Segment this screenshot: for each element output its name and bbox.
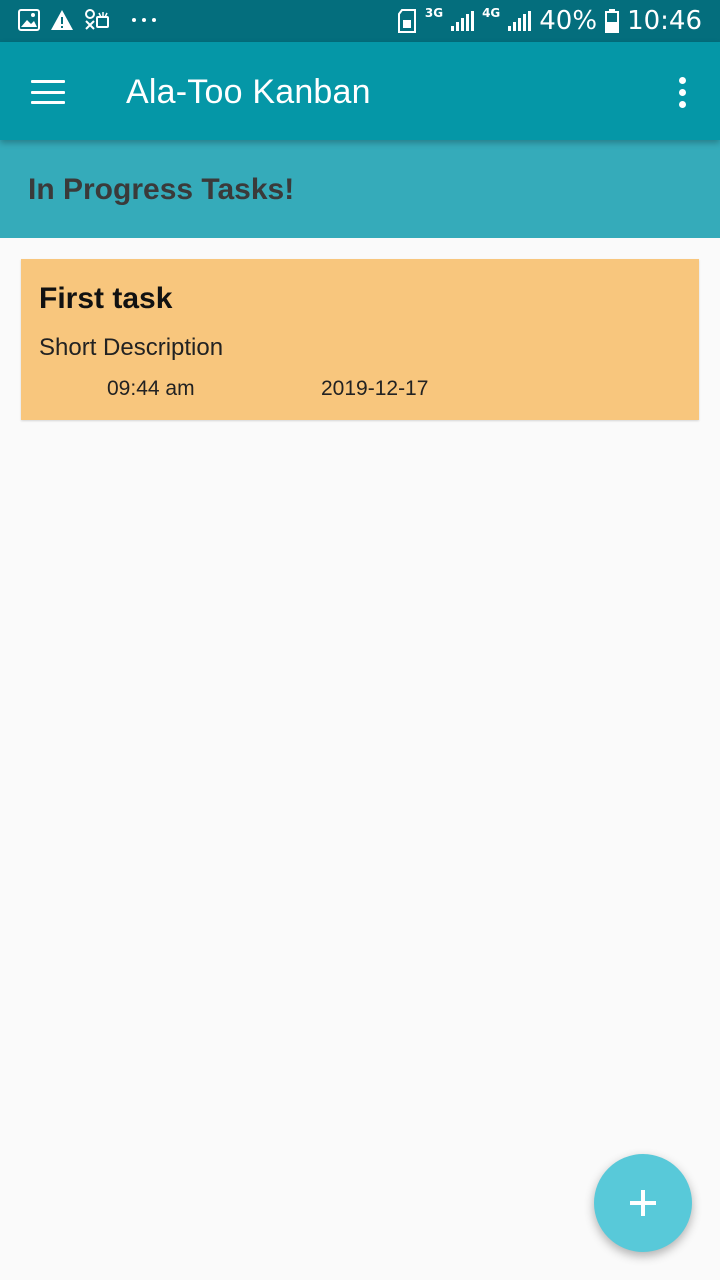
app-title: Ala-Too Kanban xyxy=(126,73,371,111)
section-header: In Progress Tasks! xyxy=(0,140,720,238)
signal-icon-1 xyxy=(451,11,475,31)
clock: 10:46 xyxy=(627,6,702,36)
battery-percent: 40% xyxy=(539,6,598,36)
overflow-menu-button[interactable] xyxy=(662,64,702,120)
plus-icon xyxy=(630,1190,656,1216)
app-bar: Ala-Too Kanban xyxy=(0,42,720,140)
task-time: 09:44 am xyxy=(107,377,195,400)
more-dots-icon xyxy=(132,18,156,22)
battery-icon xyxy=(605,9,620,33)
task-date: 2019-12-17 xyxy=(321,377,429,400)
task-title: First task xyxy=(39,282,173,315)
status-bar: 3G 4G 40% 10:46 xyxy=(0,0,720,42)
notification-icon xyxy=(85,9,109,30)
task-description: Short Description xyxy=(39,334,224,361)
hamburger-menu-icon xyxy=(31,80,65,104)
task-card[interactable]: First task Short Description 09:44 am 20… xyxy=(21,259,699,420)
signal-icon-2 xyxy=(508,11,532,31)
status-right-icons: 3G 4G 40% 10:46 xyxy=(397,6,702,36)
more-vertical-icon xyxy=(678,76,686,108)
gallery-icon xyxy=(18,9,40,31)
status-left-icons xyxy=(18,9,156,31)
network-type-1: 3G xyxy=(424,6,444,20)
section-title: In Progress Tasks! xyxy=(28,173,295,206)
menu-button[interactable] xyxy=(20,64,76,120)
add-task-button[interactable] xyxy=(594,1154,692,1252)
warning-icon xyxy=(51,10,73,30)
network-type-2: 4G xyxy=(482,6,501,20)
sim-card-icon xyxy=(397,9,416,33)
